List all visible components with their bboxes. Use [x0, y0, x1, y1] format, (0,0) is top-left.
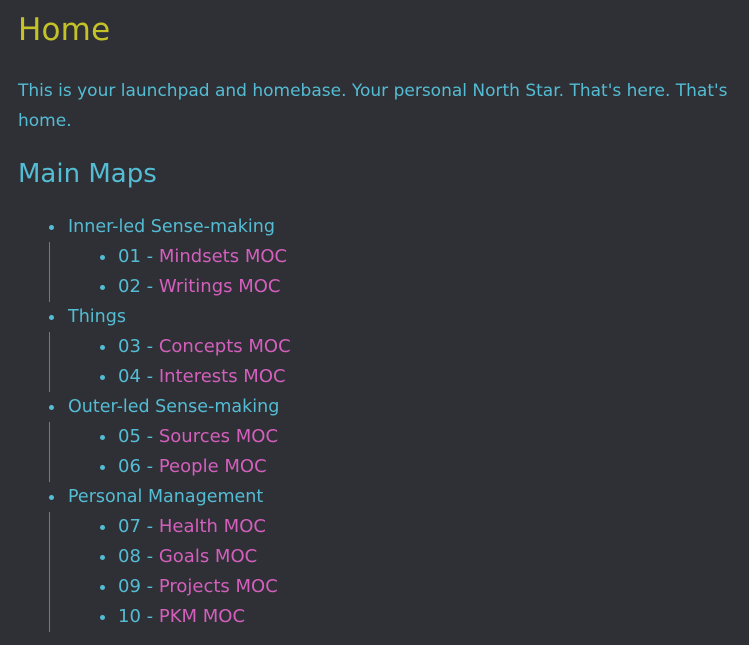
list-item: Outer-led Sense-making [18, 392, 731, 422]
item-number: 07 - [118, 516, 159, 537]
list-item: 05 - Sources MOC [18, 422, 731, 452]
list-item: 07 - Health MOC [18, 512, 731, 542]
sub-list: 03 - Concepts MOC 04 - Interests MOC [18, 332, 731, 392]
main-maps-list: Inner-led Sense-making 01 - Mindsets MOC… [18, 212, 731, 632]
item-number: 02 - [118, 276, 159, 297]
bullet-icon [100, 434, 105, 440]
item-number: 03 - [118, 336, 159, 357]
item-number: 08 - [118, 546, 159, 567]
item-number: 06 - [118, 456, 159, 477]
bullet-icon [100, 254, 105, 260]
section-heading-main-maps: Main Maps [18, 159, 157, 189]
item-number: 05 - [118, 426, 159, 447]
page-title: Home [18, 12, 111, 48]
list-item: Things [18, 302, 731, 332]
bullet-icon [100, 374, 105, 380]
bullet-icon [100, 344, 105, 350]
group-label: Inner-led Sense-making [68, 217, 275, 237]
list-group-things: Things 03 - Concepts MOC 04 - Interests … [18, 302, 731, 392]
internal-link[interactable]: PKM MOC [159, 606, 245, 627]
list-item: 04 - Interests MOC [18, 362, 731, 392]
bullet-icon [49, 404, 54, 410]
sub-list: 01 - Mindsets MOC 02 - Writings MOC [18, 242, 731, 302]
group-label: Outer-led Sense-making [68, 397, 280, 417]
bullet-icon [100, 464, 105, 470]
internal-link[interactable]: Interests MOC [159, 366, 286, 387]
bullet-icon [49, 314, 54, 320]
bullet-icon [100, 584, 105, 590]
list-item: 02 - Writings MOC [18, 272, 731, 302]
bullet-icon [49, 224, 54, 230]
internal-link[interactable]: People MOC [159, 456, 267, 477]
item-number: 01 - [118, 246, 159, 267]
group-label: Things [68, 307, 126, 327]
list-item: Personal Management [18, 482, 731, 512]
item-number: 10 - [118, 606, 159, 627]
internal-link[interactable]: Projects MOC [159, 576, 278, 597]
internal-link[interactable]: Mindsets MOC [159, 246, 287, 267]
list-item: 06 - People MOC [18, 452, 731, 482]
bullet-icon [49, 494, 54, 500]
list-group-personal-management: Personal Management 07 - Health MOC 08 -… [18, 482, 731, 632]
list-group-inner-led: Inner-led Sense-making 01 - Mindsets MOC… [18, 212, 731, 302]
list-item: Inner-led Sense-making [18, 212, 731, 242]
list-group-outer-led: Outer-led Sense-making 05 - Sources MOC … [18, 392, 731, 482]
intro-paragraph: This is your launchpad and homebase. You… [18, 81, 728, 131]
bullet-icon [100, 524, 105, 530]
list-item: 03 - Concepts MOC [18, 332, 731, 362]
item-number: 04 - [118, 366, 159, 387]
bullet-icon [100, 614, 105, 620]
item-number: 09 - [118, 576, 159, 597]
internal-link[interactable]: Concepts MOC [159, 336, 291, 357]
note-page: Home This is your launchpad and homebase… [0, 0, 749, 645]
list-item: 01 - Mindsets MOC [18, 242, 731, 272]
group-label: Personal Management [68, 487, 264, 507]
bullet-icon [100, 284, 105, 290]
internal-link[interactable]: Health MOC [159, 516, 266, 537]
bullet-icon [100, 554, 105, 560]
sub-list: 07 - Health MOC 08 - Goals MOC 09 - Proj… [18, 512, 731, 632]
list-item: 09 - Projects MOC [18, 572, 731, 602]
list-item: 10 - PKM MOC [18, 602, 731, 632]
internal-link[interactable]: Sources MOC [159, 426, 278, 447]
list-item: 08 - Goals MOC [18, 542, 731, 572]
sub-list: 05 - Sources MOC 06 - People MOC [18, 422, 731, 482]
internal-link[interactable]: Writings MOC [159, 276, 281, 297]
internal-link[interactable]: Goals MOC [159, 546, 257, 567]
